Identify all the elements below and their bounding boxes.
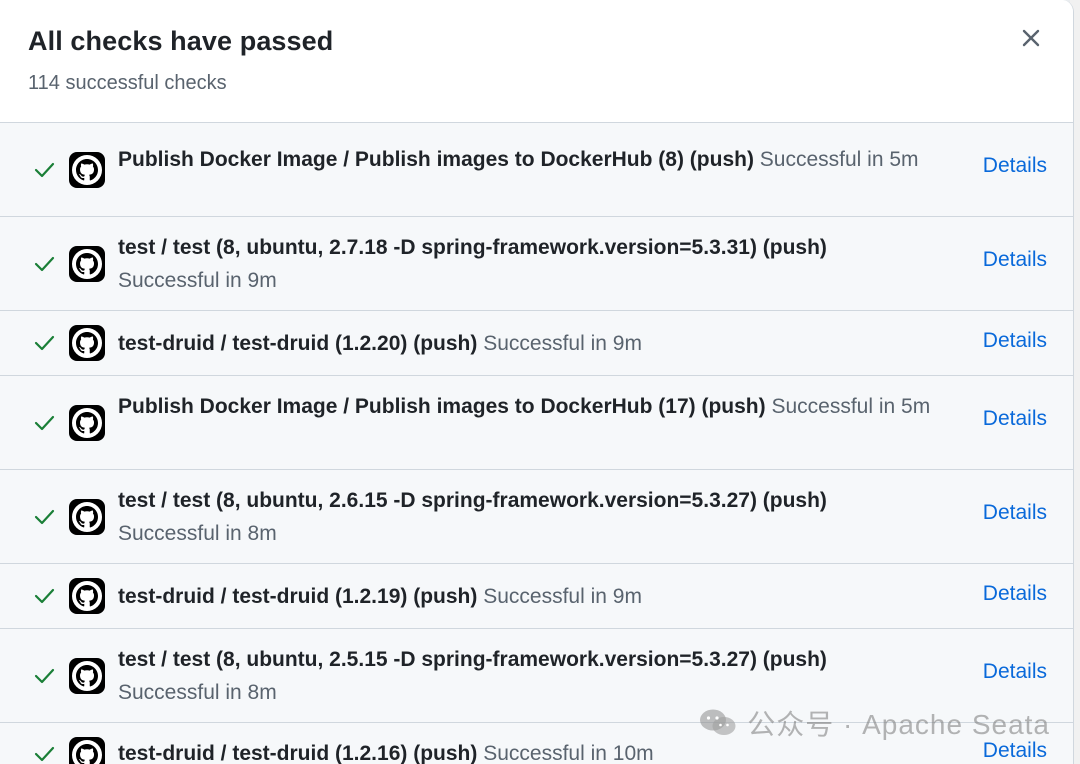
details-link[interactable]: Details	[983, 501, 1047, 525]
details-link[interactable]: Details	[983, 329, 1047, 353]
check-name: test-druid / test-druid (1.2.16) (push)	[118, 742, 478, 764]
github-logo-icon	[69, 578, 105, 614]
details-link[interactable]: Details	[983, 660, 1047, 684]
check-status: Successful in 10m	[483, 742, 654, 764]
github-logo-icon	[69, 405, 105, 441]
github-logo-icon	[69, 658, 105, 694]
checks-dialog: All checks have passed 114 successful ch…	[0, 0, 1074, 764]
check-name: Publish Docker Image / Publish images to…	[118, 148, 754, 171]
check-status: Successful in 5m	[771, 395, 931, 418]
github-logo-icon	[69, 325, 105, 361]
close-icon	[1022, 29, 1040, 47]
check-row: test-druid / test-druid (1.2.20) (push) …	[0, 311, 1073, 376]
check-icon	[34, 668, 55, 684]
check-name: test-druid / test-druid (1.2.19) (push)	[118, 585, 478, 608]
details-link[interactable]: Details	[983, 582, 1047, 606]
check-icon	[34, 415, 55, 431]
close-button[interactable]	[1015, 22, 1047, 54]
check-icon	[34, 509, 55, 525]
check-name: test-druid / test-druid (1.2.20) (push)	[118, 332, 478, 355]
check-status: Successful in 9m	[483, 585, 642, 608]
check-icon	[34, 256, 55, 272]
check-status: Successful in 8m	[118, 522, 277, 545]
check-row: Publish Docker Image / Publish images to…	[0, 123, 1073, 217]
github-logo-icon	[69, 737, 105, 764]
dialog-header: All checks have passed 114 successful ch…	[0, 0, 1073, 123]
dialog-title: All checks have passed	[28, 26, 334, 56]
check-name: test / test (8, ubuntu, 2.5.15 -D spring…	[118, 648, 827, 671]
watermark-text: 公众号 · Apache Seata	[747, 709, 1050, 740]
details-link[interactable]: Details	[983, 154, 1047, 178]
details-link[interactable]: Details	[983, 407, 1047, 431]
check-name: Publish Docker Image / Publish images to…	[118, 395, 766, 418]
check-row: test-druid / test-druid (1.2.19) (push) …	[0, 564, 1073, 629]
check-icon	[34, 335, 55, 351]
checks-summary: 114 successful checks	[28, 72, 227, 94]
details-link[interactable]: Details	[983, 248, 1047, 272]
checks-list: Publish Docker Image / Publish images to…	[0, 123, 1073, 764]
github-logo-icon	[69, 152, 105, 188]
github-logo-icon	[69, 499, 105, 535]
watermark: 公众号 · Apache Seata	[699, 703, 1050, 743]
check-status: Successful in 9m	[483, 332, 642, 355]
check-icon	[34, 746, 55, 762]
check-status: Successful in 9m	[118, 269, 277, 292]
check-row: test / test (8, ubuntu, 2.7.18 -D spring…	[0, 217, 1073, 311]
wechat-icon	[700, 709, 736, 735]
check-status: Successful in 5m	[759, 148, 919, 171]
github-logo-icon	[69, 246, 105, 282]
check-row: test / test (8, ubuntu, 2.6.15 -D spring…	[0, 470, 1073, 564]
check-name: test / test (8, ubuntu, 2.7.18 -D spring…	[118, 236, 827, 259]
check-icon	[34, 162, 55, 178]
check-name: test / test (8, ubuntu, 2.6.15 -D spring…	[118, 489, 827, 512]
check-icon	[34, 588, 55, 604]
check-row: Publish Docker Image / Publish images to…	[0, 376, 1073, 470]
